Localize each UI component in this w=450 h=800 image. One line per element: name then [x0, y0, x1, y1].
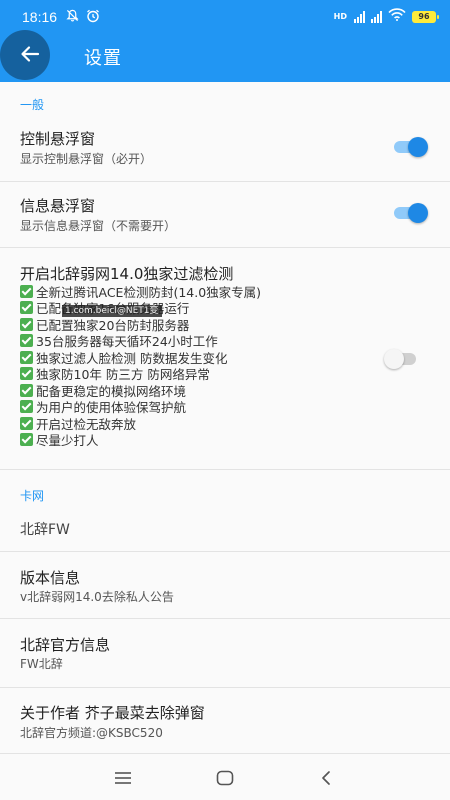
setting-subtitle: 显示信息悬浮窗（不需要开） — [20, 219, 177, 233]
check-item: 开启过检无敌奔放 — [20, 415, 360, 432]
check-item: 为用户的使用体验保驾护航 — [20, 399, 360, 415]
status-bar: 18:16 HD 96 — [0, 0, 450, 34]
home-button[interactable] — [210, 766, 240, 790]
divider — [0, 247, 450, 248]
section-card: 卡网 — [20, 489, 45, 503]
check-icon — [20, 284, 33, 298]
watermark-label: 1.com.beicl@NET1变 — [62, 305, 162, 317]
setting-subtitle: 显示控制悬浮窗（必开） — [20, 152, 153, 166]
arrow-left-icon — [21, 46, 40, 62]
divider — [0, 181, 450, 182]
signal-icon — [354, 10, 365, 23]
setting-title: 版本信息 — [20, 569, 81, 587]
network-badge: HD — [333, 12, 347, 21]
check-icon — [20, 400, 33, 414]
divider — [0, 618, 450, 619]
check-item: 全新过腾讯ACE检测防封(14.0独家专属) — [20, 283, 360, 300]
status-right-icons: HD 96 — [333, 8, 439, 25]
check-icon — [20, 367, 33, 381]
bell-off-icon — [66, 9, 79, 26]
page-title: 设置 — [84, 48, 122, 69]
check-icon — [20, 334, 33, 348]
check-icon — [20, 301, 33, 315]
check-icon — [20, 383, 33, 397]
setting-subtitle: 北辞官方频道:@KSBC520 — [20, 726, 163, 740]
info-float-switch[interactable] — [392, 203, 428, 223]
setting-title: 关于作者 芥子最菜去除弹窗 — [20, 704, 205, 722]
setting-title: 北辞FW — [20, 522, 70, 538]
divider — [0, 551, 450, 552]
check-item: 独家过滤人脸检测 防数据发生变化 — [20, 349, 360, 366]
check-icon — [20, 317, 33, 331]
check-item: 已配置独家20台防封服务器 — [20, 316, 360, 333]
divider — [0, 687, 450, 688]
divider — [0, 753, 450, 754]
home-icon — [216, 770, 234, 786]
setting-title: 控制悬浮窗 — [20, 130, 96, 148]
chevron-left-icon — [322, 771, 330, 785]
status-time: 18:16 — [22, 9, 58, 25]
signal-icon-2 — [371, 10, 382, 23]
filter-switch[interactable] — [384, 349, 420, 369]
menu-icon — [115, 772, 131, 784]
divider — [0, 469, 450, 470]
setting-subtitle: FW北辞 — [20, 657, 63, 671]
menu-button[interactable] — [108, 766, 138, 790]
wifi-icon — [388, 8, 406, 25]
control-float-switch[interactable] — [392, 137, 428, 157]
battery-icon: 96 — [412, 10, 439, 23]
alarm-icon — [86, 9, 100, 27]
check-item: 35台服务器每天循环24小时工作 — [20, 333, 360, 349]
check-icon — [20, 416, 33, 430]
system-nav-bar — [0, 756, 450, 800]
check-item: 配备更稳定的模拟网络环境 — [20, 382, 360, 399]
back-nav-button[interactable] — [311, 766, 341, 790]
back-button[interactable] — [0, 28, 58, 82]
check-icon — [20, 350, 33, 364]
check-item: 尽量少打人 — [20, 432, 360, 448]
section-general: 一般 — [20, 98, 45, 112]
setting-title: 北辞官方信息 — [20, 636, 111, 654]
check-item: 独家防10年 防三方 防网络异常 — [20, 366, 360, 382]
setting-title: 信息悬浮窗 — [20, 197, 96, 215]
setting-subtitle: v北辞弱网14.0去除私人公告 — [20, 590, 174, 604]
check-icon — [20, 433, 33, 447]
